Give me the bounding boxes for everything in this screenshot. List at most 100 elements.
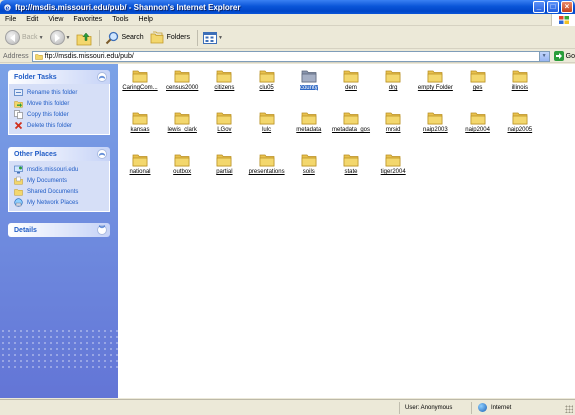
- folder-item[interactable]: outbox: [162, 153, 202, 175]
- folder-label: national: [129, 169, 151, 175]
- views-button[interactable]: ▼: [201, 29, 225, 47]
- folder-item[interactable]: illinois: [500, 69, 540, 91]
- internet-globe-icon: [478, 403, 487, 412]
- folder-item[interactable]: naip2004: [458, 111, 498, 133]
- forward-dropdown-icon[interactable]: ▼: [66, 35, 71, 41]
- folder-item[interactable]: drg: [373, 69, 413, 91]
- menu-view[interactable]: View: [43, 16, 68, 23]
- folder-icon: [512, 70, 528, 83]
- up-button[interactable]: [74, 29, 94, 47]
- folder-item[interactable]: lulc: [247, 111, 287, 133]
- folder-view[interactable]: CaringCom... census2000 citizens clu05 count…: [118, 64, 575, 398]
- folder-item[interactable]: tiger2004: [373, 153, 413, 175]
- folder-item[interactable]: naip2005: [500, 111, 540, 133]
- menu-help[interactable]: Help: [134, 16, 158, 23]
- folder-item[interactable]: clu05: [247, 69, 287, 91]
- folder-icon: [301, 70, 317, 83]
- svg-text:e: e: [5, 4, 9, 11]
- place-msdis[interactable]: msdis.missouri.edu: [14, 164, 109, 175]
- folder-icon: [217, 70, 232, 83]
- task-copy-folder[interactable]: Copy this folder: [14, 109, 109, 120]
- folder-item[interactable]: empty Folder: [415, 69, 455, 91]
- other-places-header[interactable]: Other Places ︽: [8, 147, 110, 161]
- back-button[interactable]: Back ▼: [3, 29, 46, 47]
- go-button[interactable]: Go: [553, 51, 575, 61]
- address-bar: Address ftp://msdis.missouri.edu/pub/ ▼ …: [0, 50, 575, 63]
- folder-item[interactable]: LGov: [204, 111, 244, 133]
- folder-label: dem: [345, 85, 357, 91]
- folder-item[interactable]: metadata_gos: [331, 111, 371, 133]
- folders-button[interactable]: Folders: [148, 29, 192, 47]
- folder-icon: [217, 112, 232, 125]
- go-label: Go: [565, 52, 575, 60]
- folder-icon: [385, 70, 401, 83]
- ftp-site-icon: [14, 165, 23, 174]
- task-rename-folder[interactable]: Rename this folder: [14, 87, 109, 98]
- place-shared-documents[interactable]: Shared Documents: [14, 186, 109, 197]
- ie-icon: e: [3, 2, 12, 11]
- place-my-documents[interactable]: My Documents: [14, 175, 109, 186]
- folder-item[interactable]: presentations: [247, 153, 287, 175]
- back-dropdown-icon[interactable]: ▼: [39, 35, 44, 41]
- title-bar[interactable]: e ftp://msdis.missouri.edu/pub/ - Shanno…: [0, 0, 575, 14]
- other-places-title: Other Places: [14, 150, 57, 158]
- search-button[interactable]: Search: [103, 29, 145, 47]
- folder-item[interactable]: naip2003: [415, 111, 455, 133]
- folder-label: citizens: [214, 85, 235, 91]
- folder-item[interactable]: ges: [458, 69, 498, 91]
- move-icon: [14, 101, 23, 108]
- task-move-folder[interactable]: Move this folder: [14, 98, 109, 109]
- delete-icon: [14, 121, 23, 130]
- folder-item[interactable]: dem: [331, 69, 371, 91]
- place-my-network-places[interactable]: My Network Places: [14, 197, 109, 208]
- expand-chevron-icon[interactable]: ︾: [97, 225, 107, 235]
- collapse-chevron-icon[interactable]: ︽: [97, 149, 107, 159]
- address-dropdown-icon[interactable]: ▼: [538, 51, 549, 61]
- folder-item[interactable]: kansas: [120, 111, 160, 133]
- resize-grip[interactable]: [565, 405, 573, 413]
- task-label: Rename this folder: [27, 89, 78, 96]
- folder-item[interactable]: lewis_clark: [162, 111, 202, 133]
- details-panel: Details ︾: [8, 223, 110, 237]
- folder-item[interactable]: national: [120, 153, 160, 175]
- forward-button[interactable]: ▼: [48, 29, 73, 47]
- details-header[interactable]: Details ︾: [8, 223, 110, 237]
- folder-label: CaringCom...: [122, 85, 158, 91]
- minimize-icon[interactable]: _: [533, 1, 545, 13]
- folder-label: soils: [302, 169, 315, 175]
- folder-item[interactable]: census2000: [162, 69, 202, 91]
- folder-item[interactable]: soils: [289, 153, 329, 175]
- close-icon[interactable]: ×: [561, 1, 573, 13]
- folder-label: illinois: [511, 85, 528, 91]
- address-input[interactable]: ftp://msdis.missouri.edu/pub/ ▼: [31, 50, 550, 62]
- menu-edit[interactable]: Edit: [21, 16, 43, 23]
- window-controls: _ □ ×: [533, 1, 573, 13]
- folder-icon: [132, 154, 148, 167]
- folder-tasks-header[interactable]: Folder Tasks ︽: [8, 70, 110, 84]
- folder-icon: [343, 70, 359, 83]
- folder-item[interactable]: state: [331, 153, 371, 175]
- folder-item[interactable]: mrsid: [373, 111, 413, 133]
- views-dropdown-icon[interactable]: ▼: [218, 35, 223, 41]
- copy-icon: [14, 110, 23, 119]
- menu-tools[interactable]: Tools: [107, 16, 133, 23]
- folders-label: Folders: [166, 34, 190, 41]
- folder-up-icon: [77, 32, 92, 45]
- menu-file[interactable]: File: [0, 16, 21, 23]
- folder-item[interactable]: CaringCom...: [120, 69, 160, 91]
- menu-favorites[interactable]: Favorites: [68, 16, 107, 23]
- status-main: [0, 401, 400, 414]
- folder-icon: [301, 112, 317, 125]
- status-user: User: Anonymous: [400, 401, 472, 414]
- folder-item[interactable]: partial: [204, 153, 244, 175]
- my-documents-icon: [14, 176, 23, 185]
- maximize-icon[interactable]: □: [547, 1, 559, 13]
- folder-icon: [512, 112, 528, 125]
- task-delete-folder[interactable]: Delete this folder: [14, 120, 109, 131]
- collapse-chevron-icon[interactable]: ︽: [97, 72, 107, 82]
- toolbar-separator: [197, 29, 198, 46]
- folder-item[interactable]: county: [289, 69, 329, 91]
- rename-icon: [14, 89, 23, 96]
- folder-item[interactable]: citizens: [204, 69, 244, 91]
- folder-item[interactable]: metadata: [289, 111, 329, 133]
